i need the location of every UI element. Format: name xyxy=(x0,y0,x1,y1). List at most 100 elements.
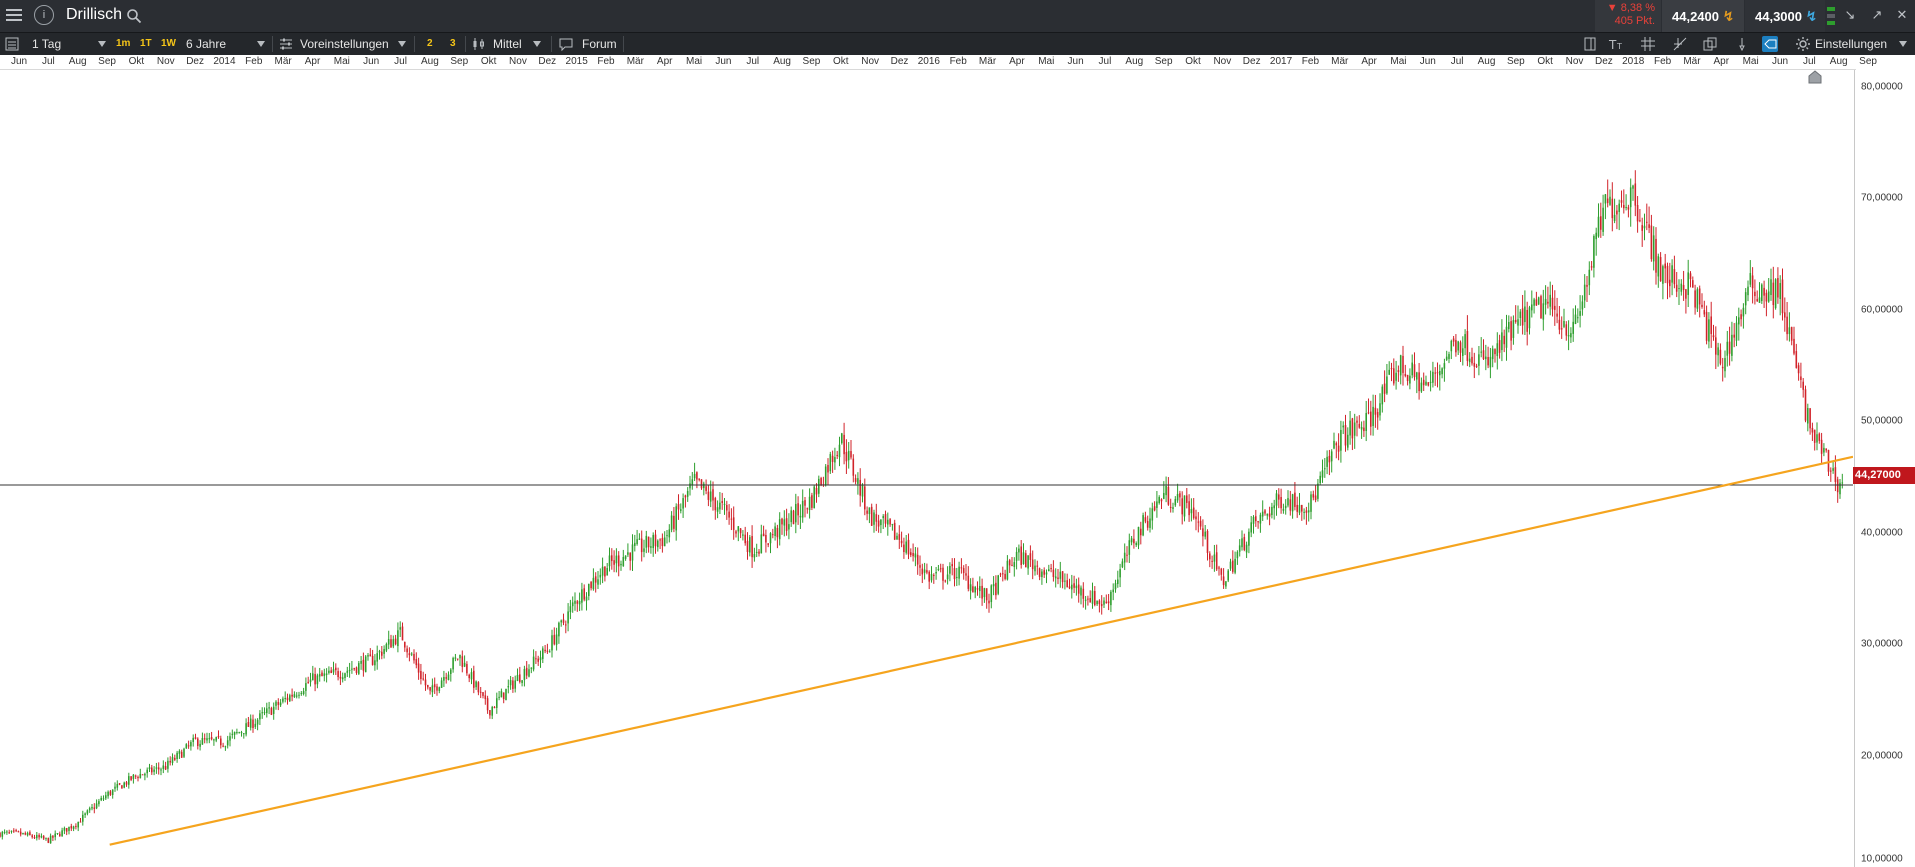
search-icon[interactable] xyxy=(126,8,142,24)
candle-body xyxy=(1595,232,1597,240)
candle-body xyxy=(0,832,1,837)
quick-1t-button[interactable]: 1T xyxy=(140,33,152,55)
candle-body xyxy=(1558,319,1561,330)
candle-body xyxy=(282,698,284,702)
layout-3-button[interactable]: 3 xyxy=(450,33,456,55)
close-icon[interactable]: ✕ xyxy=(1894,7,1910,23)
sliders-icon[interactable] xyxy=(278,36,294,52)
candle-body xyxy=(1648,224,1650,228)
candle-body xyxy=(788,524,790,530)
x-tick-label: Okt xyxy=(1537,56,1553,67)
candle-body xyxy=(1643,225,1646,229)
candle-body xyxy=(201,737,204,745)
interval-select[interactable]: 1 Tag xyxy=(32,33,61,55)
candle-body xyxy=(624,555,627,559)
menu-icon[interactable] xyxy=(4,6,24,26)
x-tick-label: Aug xyxy=(68,56,87,67)
presets-dropdown-icon[interactable] xyxy=(398,41,406,47)
drawing-tools-icon[interactable] xyxy=(1672,36,1688,52)
candle-body xyxy=(868,507,871,515)
candle-body xyxy=(677,504,680,510)
candle-body xyxy=(323,673,326,677)
collapse-icon[interactable]: ↘ xyxy=(1842,7,1858,23)
candle-body xyxy=(1029,553,1032,560)
candle-body xyxy=(1080,587,1082,596)
candle-body xyxy=(1726,341,1729,356)
layout-2-button[interactable]: 2 xyxy=(427,33,433,55)
candle-body xyxy=(1738,317,1740,325)
copy-icon[interactable] xyxy=(1702,36,1718,52)
candle-body xyxy=(703,483,705,489)
candle-body xyxy=(1411,362,1413,376)
trendline xyxy=(109,455,1853,846)
candle-body xyxy=(148,767,151,770)
candle-body xyxy=(611,555,613,562)
interval-dropdown-icon[interactable] xyxy=(98,41,106,47)
candle-body xyxy=(141,774,144,776)
candle-body xyxy=(1501,332,1503,351)
x-tick-label: Mai xyxy=(1742,56,1759,67)
quick-1m-button[interactable]: 1m xyxy=(116,33,130,55)
candle-body xyxy=(1008,560,1011,566)
candlestick-icon[interactable] xyxy=(471,36,487,52)
candle-body xyxy=(272,706,275,714)
candle-body xyxy=(197,738,199,746)
text-size-icon[interactable]: T T xyxy=(1608,36,1624,52)
candle-body xyxy=(484,695,487,700)
bid-flash-icon: ↯ xyxy=(1722,8,1735,24)
candle-body xyxy=(1179,493,1181,498)
candle-body xyxy=(1473,362,1476,367)
candle-body xyxy=(737,526,740,532)
presets-select[interactable]: Voreinstellungen xyxy=(300,33,389,55)
candle-body xyxy=(1197,521,1200,523)
candle-body xyxy=(424,679,427,686)
candle-body xyxy=(769,533,772,544)
list-icon[interactable] xyxy=(4,36,20,52)
candle-body xyxy=(615,555,618,564)
candle-body xyxy=(1788,327,1791,335)
ask-quote[interactable]: 44,3000 ↯ xyxy=(1745,0,1825,32)
candle-body xyxy=(521,680,523,683)
candle-body xyxy=(1830,470,1832,472)
x-tick-label: Jul xyxy=(1450,56,1464,67)
candle-body xyxy=(1719,349,1722,364)
candle-body xyxy=(1567,335,1570,337)
candle-body xyxy=(84,813,86,815)
candle-body xyxy=(362,659,365,671)
candle-body xyxy=(900,540,903,544)
candle-body xyxy=(1590,266,1593,268)
x-tick-label: Dez xyxy=(186,56,204,67)
candle-body xyxy=(1406,374,1409,382)
comment-icon[interactable] xyxy=(558,36,574,52)
candle-body xyxy=(592,577,595,590)
settings-icon[interactable] xyxy=(1795,36,1811,52)
sidebar-toggle-icon[interactable] xyxy=(1582,36,1598,52)
range-select[interactable]: 6 Jahre xyxy=(186,33,226,55)
candle-body xyxy=(1409,375,1411,384)
candle-body xyxy=(123,782,125,788)
grid-icon[interactable] xyxy=(1640,36,1656,52)
settings-dropdown-icon[interactable] xyxy=(1899,41,1907,47)
info-icon[interactable]: i xyxy=(34,5,54,25)
candle-body xyxy=(705,486,707,491)
range-dropdown-icon[interactable] xyxy=(257,41,265,47)
candle-body xyxy=(1724,358,1726,372)
chart-style-dropdown-icon[interactable] xyxy=(533,41,541,47)
popout-icon[interactable]: ↗ xyxy=(1869,7,1885,23)
chart-plot-area[interactable] xyxy=(0,70,1853,867)
bid-quote[interactable]: 44,2400 ↯ xyxy=(1662,0,1744,32)
forum-button[interactable]: Forum xyxy=(582,33,617,55)
candle-body xyxy=(364,656,367,673)
candle-body xyxy=(1682,285,1685,291)
eraser-icon[interactable] xyxy=(1762,36,1778,52)
candle-body xyxy=(111,789,114,796)
chart-style-select[interactable]: Mittel xyxy=(493,33,522,55)
x-tick-label: Jul xyxy=(1098,56,1112,67)
candle-body xyxy=(820,478,822,485)
settings-button[interactable]: Einstellungen xyxy=(1815,33,1887,55)
candle-body xyxy=(263,712,266,714)
quick-1w-button[interactable]: 1W xyxy=(161,33,176,55)
pen-icon[interactable] xyxy=(1734,36,1750,52)
candle-body xyxy=(834,457,836,463)
candle-body xyxy=(1257,521,1259,523)
